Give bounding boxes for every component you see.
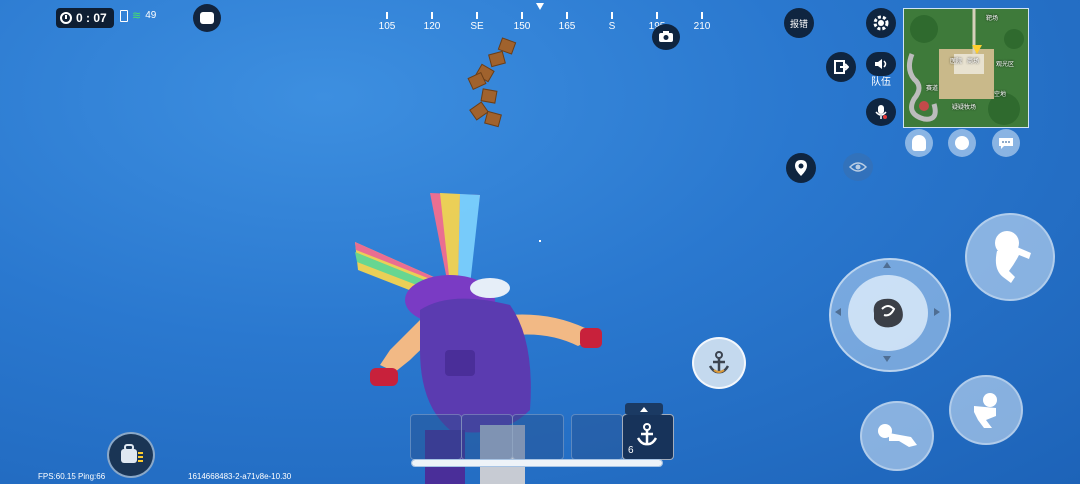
chat-icon	[999, 138, 1013, 149]
joystick-left-arrow	[835, 308, 841, 316]
compass-mark: 120	[423, 21, 441, 32]
joystick-down-arrow	[883, 356, 891, 362]
camera-icon	[659, 31, 673, 42]
deploy-glider-button[interactable]	[692, 337, 746, 389]
map-label: 医院	[950, 59, 963, 65]
emote-dance-button[interactable]	[905, 129, 933, 157]
timer-value: 0 : 07	[76, 11, 107, 25]
backpack-icon	[121, 444, 143, 463]
team-label: 队伍	[871, 77, 891, 88]
map-label: 商场	[967, 59, 980, 65]
signal-value: 49	[145, 10, 157, 21]
chevron-up-icon	[640, 406, 648, 412]
hotbar-expand-button[interactable]	[625, 403, 663, 415]
chat-button[interactable]	[992, 129, 1020, 157]
hotbar-slot-selected[interactable]: 6	[622, 414, 674, 460]
exit-button[interactable]	[826, 52, 856, 82]
marker-button[interactable]	[786, 153, 816, 183]
jump-icon	[995, 231, 1031, 283]
attack-button[interactable]	[949, 375, 1023, 445]
grab-icon	[873, 298, 903, 328]
eye-icon	[849, 162, 867, 172]
map-label: 观光区	[996, 62, 1015, 68]
match-timer: 0 : 07	[56, 8, 114, 28]
compass-mark: SE	[470, 21, 484, 32]
spectate-button[interactable]	[843, 153, 873, 181]
glide-progress-bar	[411, 459, 663, 467]
settings-button[interactable]	[866, 8, 896, 38]
exit-icon	[834, 60, 849, 74]
dive-icon	[878, 424, 917, 447]
falling-crates	[467, 37, 517, 128]
emote-button[interactable]	[193, 4, 221, 32]
compass-mark: 165	[558, 21, 576, 32]
anchor-icon	[636, 423, 658, 446]
report-label: 报错	[789, 18, 808, 29]
dance-icon	[912, 135, 926, 151]
joystick-right-arrow	[934, 308, 940, 316]
map-label: 疑疑牧场	[952, 105, 977, 111]
mic-icon	[875, 105, 887, 119]
settings-icon	[873, 15, 889, 31]
anchor-icon	[708, 351, 730, 374]
joystick-up-arrow	[883, 262, 891, 268]
compass-mark: 150	[513, 21, 531, 32]
battery-icon	[120, 9, 128, 22]
clock-icon	[60, 12, 72, 24]
dive-button[interactable]	[860, 401, 934, 471]
map-label: 靶场	[986, 16, 999, 22]
item-count: 6	[628, 445, 634, 456]
map-label: 赛道	[926, 86, 939, 92]
map-label: 空地	[994, 92, 1007, 98]
session-id: 1614668483-2-a71v8e-10.30	[188, 472, 292, 481]
crosshair-dot	[539, 240, 541, 242]
hotbar-slot[interactable]	[410, 414, 462, 460]
hotbar-slot[interactable]	[571, 414, 623, 460]
minimap[interactable]: 靶场 商场 医院 观光区 赛道 空地 疑疑牧场	[903, 8, 1029, 128]
attack-icon	[974, 393, 997, 428]
wifi-icon: ≋	[132, 10, 142, 22]
face-button[interactable]	[948, 129, 976, 157]
compass-mark: S	[608, 21, 616, 32]
joystick-knob[interactable]	[848, 275, 928, 351]
fps-ping-readout: FPS:60.15 Ping:66	[38, 472, 106, 481]
hotbar-slot[interactable]	[461, 414, 513, 460]
connection-status: ≋ 49	[120, 9, 156, 22]
compass-heading-marker	[536, 3, 544, 10]
emote-icon	[200, 12, 214, 24]
glide-progress-fill	[412, 460, 662, 466]
backpack-button[interactable]	[107, 432, 155, 478]
face-icon	[955, 136, 969, 150]
report-button[interactable]: 报错	[784, 8, 814, 38]
location-pin-icon	[795, 160, 807, 176]
jump-button[interactable]	[965, 213, 1055, 301]
compass-mark: 210	[693, 21, 711, 32]
mic-button[interactable]	[866, 98, 896, 126]
compass-mark: 105	[378, 21, 396, 32]
camera-button[interactable]	[652, 24, 680, 50]
speaker-icon	[875, 59, 887, 69]
player-marker-icon	[972, 45, 982, 54]
hotbar-slot[interactable]	[512, 414, 564, 460]
